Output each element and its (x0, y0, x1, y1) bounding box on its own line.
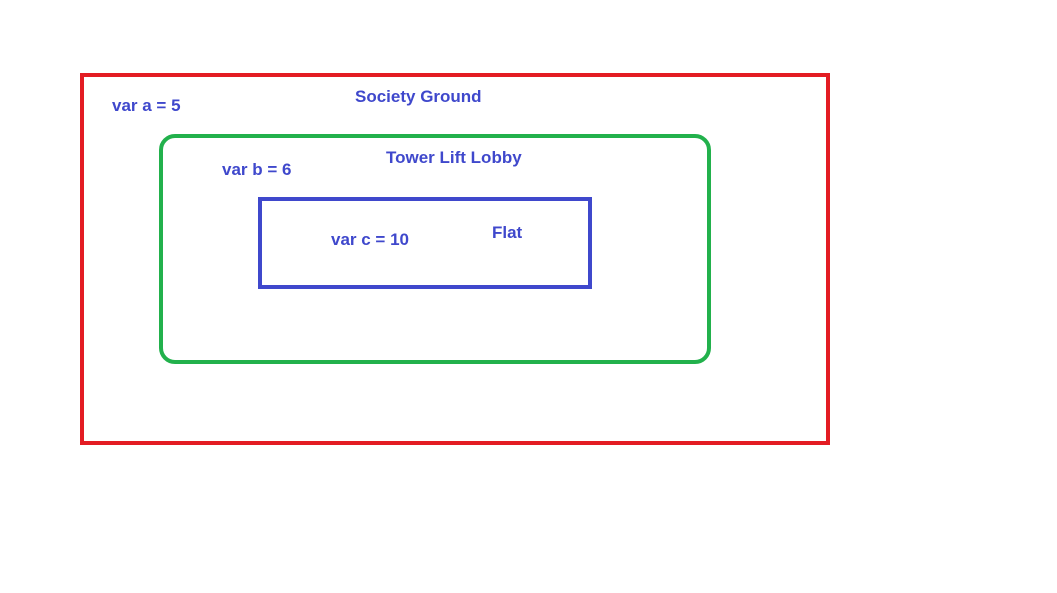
society-ground-title: Society Ground (355, 87, 482, 106)
tower-lift-lobby-title: Tower Lift Lobby (386, 148, 522, 167)
flat-title: Flat (492, 223, 523, 242)
var-b-label: var b = 6 (222, 160, 292, 179)
var-c-label: var c = 10 (331, 230, 409, 249)
flat-scope-box (258, 197, 592, 289)
var-a-label: var a = 5 (112, 96, 181, 115)
